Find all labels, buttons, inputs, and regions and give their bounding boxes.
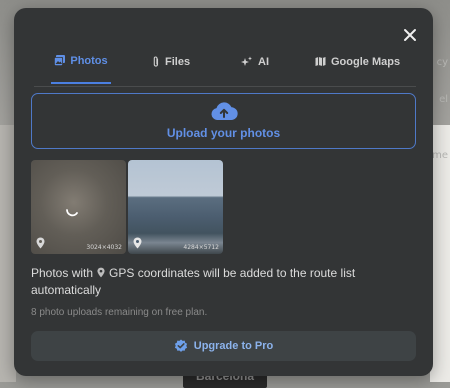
background-right-panel <box>430 125 450 382</box>
upgrade-to-pro-button[interactable]: Upgrade to Pro <box>31 331 416 361</box>
photo-dimensions: 3024×4032 <box>86 244 122 251</box>
upgrade-label: Upgrade to Pro <box>193 340 274 352</box>
location-pin-icon <box>36 237 45 249</box>
tab-ai[interactable]: AI <box>240 44 269 84</box>
cloud-upload-icon <box>210 102 238 121</box>
photo-dimensions: 4284×5712 <box>183 244 219 251</box>
upload-modal: Photos Files AI Google Maps Upload your … <box>14 8 433 376</box>
background-text: cy <box>436 57 448 68</box>
background-text: el <box>439 94 448 105</box>
tab-label: Google Maps <box>331 55 401 68</box>
location-pin-icon <box>97 267 105 278</box>
verified-badge-icon <box>174 339 187 352</box>
info-text-start: Photos with <box>31 266 94 280</box>
tab-google-maps[interactable]: Google Maps <box>315 44 400 84</box>
location-pin-icon <box>133 237 142 249</box>
remaining-uploads-text: 8 photo uploads remaining on free plan. <box>31 307 208 318</box>
map-icon <box>315 57 326 66</box>
upload-label: Upload your photos <box>166 126 281 140</box>
photo-thumbnail[interactable]: 3024×4032 <box>31 160 126 254</box>
sparkle-icon <box>241 56 252 66</box>
close-button[interactable] <box>401 26 419 44</box>
close-icon <box>404 29 416 41</box>
tab-label: Photos <box>70 54 108 67</box>
tab-label: Files <box>165 55 191 68</box>
tab-files[interactable]: Files <box>152 44 190 84</box>
image-stack-icon <box>54 55 66 66</box>
loading-spinner-icon <box>66 209 78 217</box>
gps-info-text: Photos with GPS coordinates will be adde… <box>31 265 361 299</box>
tab-photos[interactable]: Photos <box>51 44 111 84</box>
tab-label: AI <box>258 55 269 68</box>
photo-thumbnail[interactable]: 4284×5712 <box>128 160 223 254</box>
tab-bar: Photos Files AI Google Maps <box>34 44 416 87</box>
upload-photos-dropzone[interactable]: Upload your photos <box>31 93 416 149</box>
paperclip-icon <box>153 56 159 67</box>
